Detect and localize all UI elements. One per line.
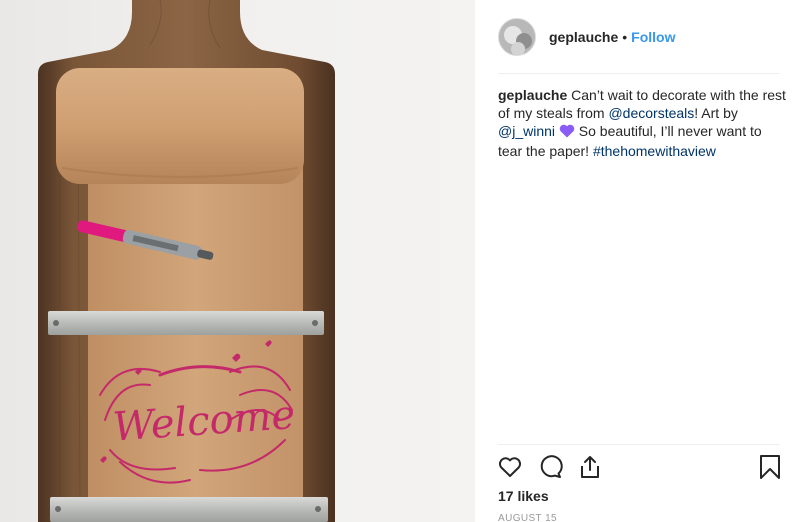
heart-outline-icon <box>498 457 522 477</box>
metal-bar-bottom <box>50 497 328 522</box>
action-bar <box>497 454 787 482</box>
like-button[interactable] <box>497 454 523 480</box>
caption-hashtag[interactable]: #thehomewithaview <box>593 143 716 159</box>
kraft-paper <box>88 150 303 522</box>
comment-icon <box>540 455 563 478</box>
post-header: geplauche • Follow <box>475 0 800 74</box>
caption-username[interactable]: geplauche <box>498 87 567 103</box>
follow-button[interactable]: Follow <box>631 29 675 45</box>
likes-count[interactable]: 17 likes <box>498 488 549 504</box>
paper-roll <box>56 68 304 184</box>
post-date[interactable]: AUGUST 15 <box>498 513 557 522</box>
avatar-icon[interactable] <box>498 18 536 56</box>
caption-mention-j-winni[interactable]: @j_winni <box>498 123 555 139</box>
header-username[interactable]: geplauche <box>549 29 618 45</box>
post-caption: geplauche Can’t wait to decorate with th… <box>498 86 788 160</box>
post-photo[interactable]: Welcome <box>0 0 475 522</box>
caption-text-2: ! Art by <box>694 105 738 121</box>
bookmark-icon <box>760 455 780 479</box>
purple-heart-icon <box>559 124 575 142</box>
metal-bar-top <box>48 311 324 335</box>
share-icon <box>581 456 599 478</box>
share-button[interactable] <box>577 454 603 480</box>
post-side-panel: geplauche • Follow geplauche Can’t wait … <box>475 0 800 522</box>
actions-divider <box>498 444 780 445</box>
header-separator: • <box>622 29 628 45</box>
avatar-image <box>499 19 535 55</box>
post-photo-art: Welcome <box>38 0 335 522</box>
caption-mention-decorsteals[interactable]: @decorsteals <box>608 105 694 121</box>
comment-button[interactable] <box>537 454 563 480</box>
save-button[interactable] <box>757 454 783 480</box>
